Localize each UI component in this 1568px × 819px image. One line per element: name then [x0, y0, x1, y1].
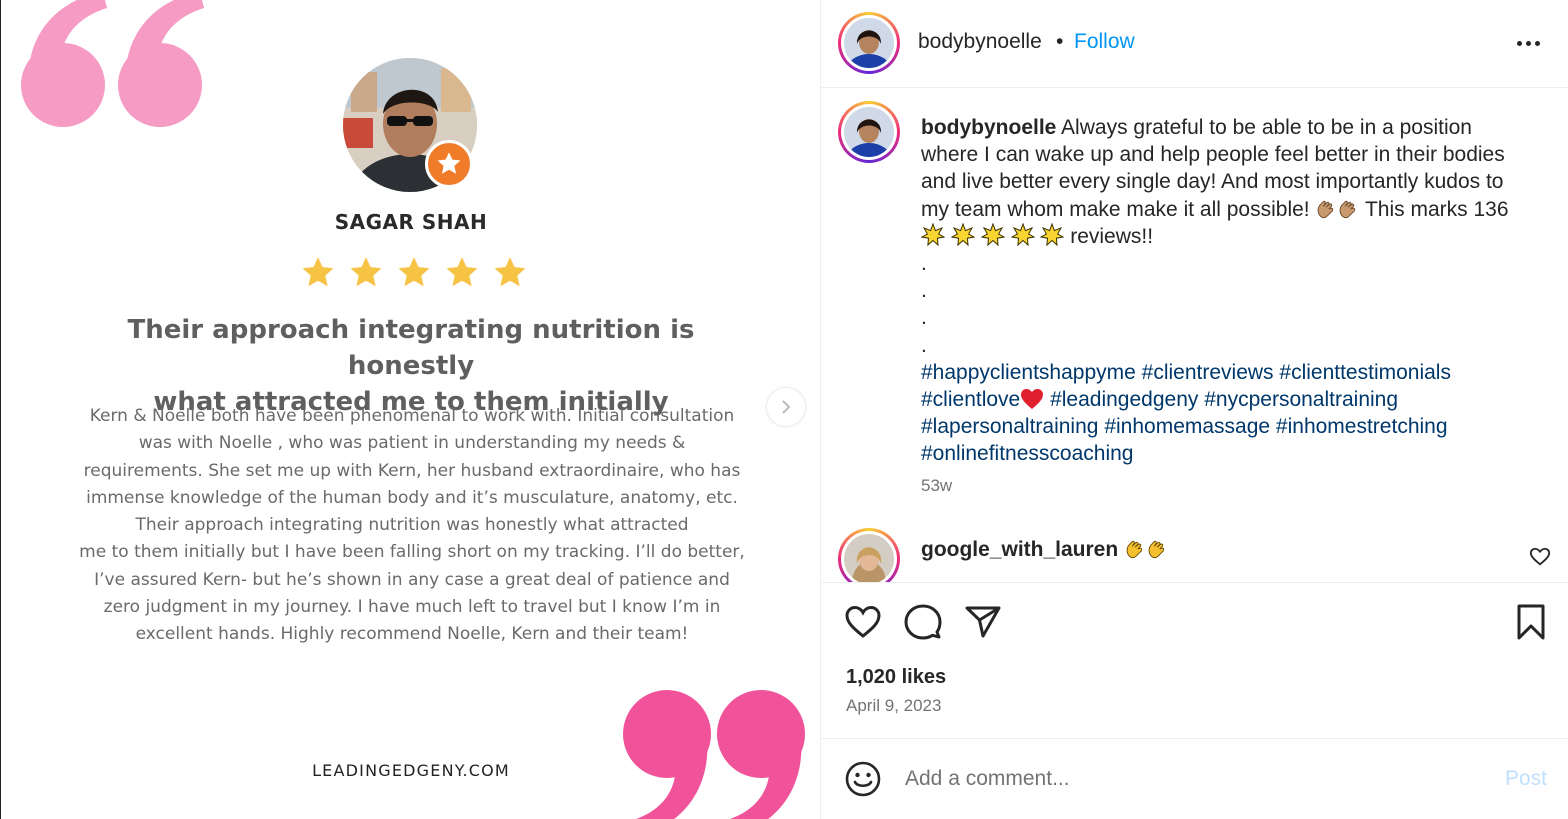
caption-text: where I can wake up and help people feel… [921, 143, 1505, 167]
hashtag-link[interactable]: #inhomestretching [1276, 415, 1448, 438]
comment-bubble-icon[interactable] [903, 602, 943, 642]
review-body-line: Their approach integrating nutrition was… [135, 515, 689, 536]
share-send-icon[interactable] [963, 602, 1003, 642]
red-heart-emoji-icon [1021, 389, 1044, 410]
post-image-review-card: SAGAR SHAH Their approach integrating nu… [0, 0, 820, 819]
hashtag-link[interactable]: #clienttestimonials [1279, 361, 1451, 384]
carousel-next-button[interactable] [767, 388, 805, 426]
clapping-hands-emoji-icon [1318, 200, 1334, 218]
review-body-line: was with Noelle , who was patient in und… [138, 433, 686, 454]
reviewer-name: SAGAR SHAH [334, 210, 488, 234]
caption-text: reviews!! [1070, 224, 1154, 248]
open-quote-mark-icon [21, 0, 204, 127]
comment-item: google_with_lauren [821, 528, 1568, 582]
hashtag-link[interactable]: #clientreviews [1142, 361, 1274, 384]
chevron-right-icon [782, 400, 791, 414]
review-body-line: zero judgment in my journey. I have much… [103, 597, 721, 618]
caption-dot: . [921, 252, 927, 276]
comments-area[interactable]: bodybynoelle Always grateful to be able … [821, 88, 1568, 582]
caption-dot: . [921, 279, 927, 303]
likes-count[interactable]: 1,020 likes [846, 666, 946, 689]
comment-input[interactable] [905, 763, 1465, 795]
caption-text: This marks 136 [1364, 197, 1509, 221]
review-body-line: Kern & Noelle both have been phenomenal … [89, 406, 735, 426]
glowing-star-emoji-icon [980, 222, 1005, 247]
caption-text: my team whom make make it all possible! [921, 197, 1310, 221]
post-date[interactable]: April 9, 2023 [846, 696, 941, 716]
caption-dot: . [921, 333, 927, 357]
separator-dot: • [1056, 30, 1064, 53]
post-caption: bodybynoelle Always grateful to be able … [921, 114, 1531, 468]
star-badge-icon [425, 140, 473, 188]
glowing-star-emoji-icon [921, 222, 945, 247]
author-username[interactable]: bodybynoelle [918, 30, 1042, 54]
review-body-line: immense knowledge of the human body and … [86, 487, 738, 508]
hashtag-link[interactable]: #lapersonaltraining [921, 415, 1098, 438]
instagram-post-view: SAGAR SHAH Their approach integrating nu… [0, 0, 1568, 819]
author-avatar[interactable] [838, 12, 900, 74]
glowing-star-emoji-icon [950, 222, 975, 247]
emoji-picker-icon[interactable] [845, 761, 881, 797]
rating-star-icon [446, 257, 478, 287]
caption-text: Always grateful to be able to be in a po… [1061, 116, 1472, 139]
review-body-line: I’ve assured Kern- but he’s shown in any… [94, 569, 730, 590]
caption-username[interactable]: bodybynoelle [921, 116, 1056, 139]
like-heart-icon[interactable] [843, 602, 883, 642]
hashtag-link[interactable]: #happyclientshappyme [921, 361, 1136, 384]
caption-timestamp[interactable]: 53w [921, 476, 952, 496]
follow-button[interactable]: Follow [1074, 30, 1135, 54]
clapping-hands-emoji-icon [1126, 540, 1143, 559]
comment-composer: Post [821, 738, 1568, 819]
review-body-line: me to them initially but I have been fal… [79, 542, 745, 563]
review-body: Kern & Noelle both have been phenomenal … [51, 403, 773, 649]
rating-star-icon [494, 257, 526, 287]
post-comment-button[interactable]: Post [1505, 767, 1547, 791]
rating-stars [299, 254, 529, 294]
clapping-hands-emoji-icon [1148, 540, 1165, 559]
commenter-username[interactable]: google_with_lauren [921, 538, 1118, 561]
commenter-avatar[interactable] [838, 528, 900, 582]
hashtag-link[interactable]: #clientlove [921, 388, 1020, 411]
clapping-hands-emoji-icon [1340, 200, 1356, 218]
more-options-icon[interactable] [1511, 26, 1545, 60]
rating-star-icon [302, 257, 334, 287]
rating-star-icon [398, 257, 430, 287]
review-body-line: excellent hands. Highly recommend Noelle… [135, 624, 689, 645]
caption-author-avatar[interactable] [838, 101, 900, 163]
post-panel: bodybynoelle • Follow bodybynoelle Alway… [820, 0, 1568, 819]
hashtag-link[interactable]: #leadingedgeny [1050, 388, 1198, 411]
hashtag-link[interactable]: #onlinefitnesscoaching [921, 442, 1133, 465]
glowing-star-emoji-icon [1040, 222, 1065, 247]
glowing-star-emoji-icon [1010, 222, 1035, 247]
rating-star-icon [350, 257, 382, 287]
caption-text: and live better every single day! And mo… [921, 170, 1504, 194]
comment-like-heart-icon[interactable] [1529, 546, 1551, 568]
post-header: bodybynoelle • Follow [821, 0, 1568, 88]
save-bookmark-icon[interactable] [1511, 602, 1551, 642]
hashtag-link[interactable]: #nycpersonaltraining [1204, 388, 1398, 411]
close-quote-mark-icon [623, 690, 805, 819]
review-headline-line: Their approach integrating nutrition is … [127, 315, 695, 381]
caption-dot: . [921, 306, 927, 330]
hashtag-link[interactable]: #inhomemassage [1104, 415, 1270, 438]
review-body-line: requirements. She set me up with Kern, h… [83, 460, 741, 481]
post-actions [821, 582, 1568, 662]
